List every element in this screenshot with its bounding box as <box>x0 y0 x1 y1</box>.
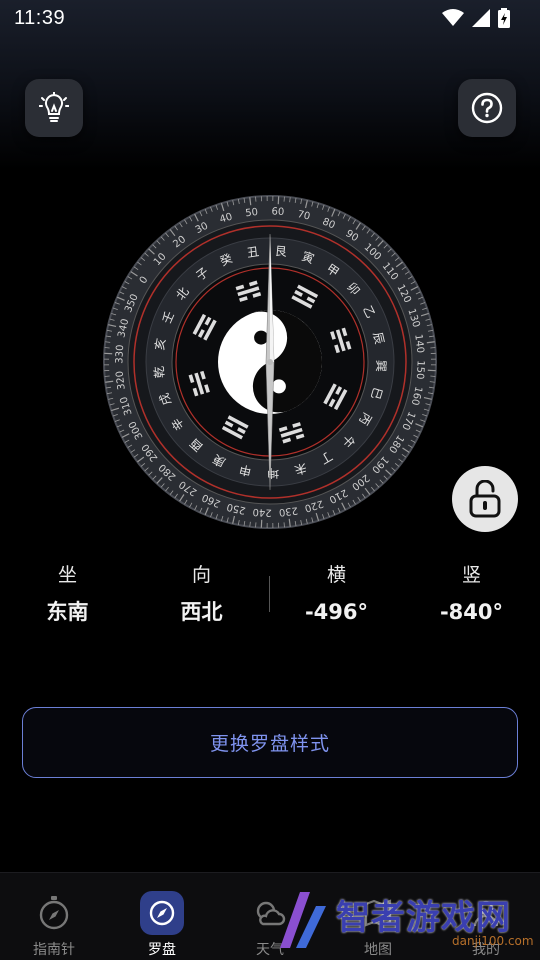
degree-label: 240 <box>252 506 272 518</box>
watermark: 智者游戏网 danji100.com <box>270 884 540 960</box>
sit-value: 东南 <box>46 600 89 624</box>
change-style-button[interactable]: 更换罗盘样式 <box>22 707 518 778</box>
degree-label: 60 <box>271 206 284 218</box>
mountain-label: 乾 <box>152 365 167 378</box>
compass-icon <box>32 891 76 935</box>
face-value: 西北 <box>180 600 223 624</box>
status-icons <box>442 8 510 28</box>
face-column: 向 西北 <box>134 560 269 627</box>
degree-label: 50 <box>245 207 259 219</box>
nav-item-luopan[interactable]: 罗盘 <box>108 873 216 960</box>
light-button[interactable] <box>25 79 83 137</box>
vertical-column: 竖 -840° <box>404 560 539 627</box>
vertical-value: -840° <box>439 600 504 624</box>
horizontal-value: -496° <box>304 600 369 624</box>
mountain-label: 艮 <box>274 244 287 259</box>
watermark-sub: danji100.com <box>452 934 534 948</box>
status-time: 11:39 <box>14 6 66 29</box>
mountain-label: 巽 <box>374 360 388 372</box>
mountain-label: 坤 <box>267 466 279 481</box>
help-icon <box>471 92 503 124</box>
degree-label: 150 <box>414 360 426 380</box>
battery-icon <box>498 8 510 28</box>
watermark-logo <box>280 892 326 948</box>
nav-label-luopan: 罗盘 <box>148 942 176 958</box>
face-label: 向 <box>191 564 211 586</box>
lock-button[interactable] <box>452 466 518 532</box>
lock-icon <box>469 480 501 518</box>
mountain-label: 亥 <box>153 337 169 351</box>
help-button[interactable] <box>458 79 516 137</box>
nav-item-compass[interactable]: 指南针 <box>0 873 108 960</box>
yin-dot <box>254 330 269 345</box>
mountain-label: 丑 <box>246 244 260 260</box>
sit-label: 坐 <box>57 564 77 586</box>
vertical-label: 竖 <box>461 564 481 586</box>
wifi-icon <box>442 9 464 26</box>
nav-label-compass: 指南针 <box>33 942 75 958</box>
degree-label: 320 <box>114 370 127 390</box>
luopan-compass[interactable]: 010203040 50 60 708090100110120130140150160… <box>100 192 440 532</box>
yang-dot <box>271 379 286 394</box>
status-bar: 11:39 <box>0 0 540 36</box>
horizontal-label: 横 <box>326 564 346 586</box>
horizontal-column: 横 -496° <box>269 560 404 627</box>
lightbulb-icon <box>39 92 69 122</box>
sit-column: 坐 东南 <box>0 560 135 627</box>
watermark-main: 智者游戏网 <box>336 898 511 938</box>
needle-pivot <box>267 359 273 365</box>
orientation-readout: 坐 东南 向 西北 横 -496° 竖 -840° <box>0 560 540 640</box>
degree-label: 330 <box>114 344 126 364</box>
luopan-icon <box>140 891 184 935</box>
degree-label: 230 <box>278 504 298 517</box>
degree-label: 140 <box>412 334 425 354</box>
signal-icon <box>472 9 490 27</box>
